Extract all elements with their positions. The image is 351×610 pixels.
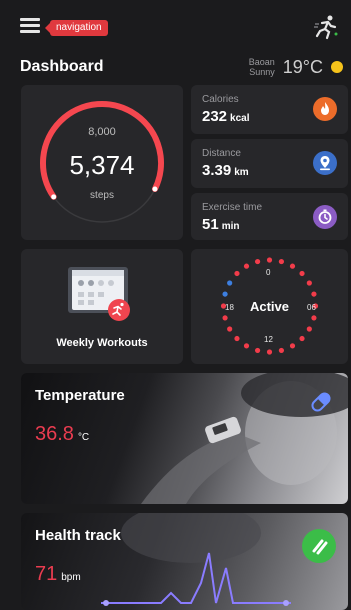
exercise-time-number: 51 [202, 216, 219, 233]
dial-dot [266, 257, 273, 263]
distance-value: 3.39 km [202, 162, 249, 179]
dial-dot [311, 291, 317, 297]
dial-dot [243, 263, 250, 269]
health-track-card[interactable]: Health track 71 bpm [21, 513, 348, 610]
steps-goal: 8,000 [88, 126, 116, 138]
pill-icon[interactable] [308, 389, 334, 415]
dial-dot [222, 291, 228, 297]
dial-label-18: 18 [225, 303, 234, 312]
calories-card[interactable]: Calories 232 kcal [191, 85, 348, 134]
dial-dot [254, 347, 261, 354]
clock-icon [313, 205, 337, 229]
dial-label-12: 12 [264, 335, 273, 344]
dial-dot [234, 335, 240, 342]
exercise-time-label: Exercise time [202, 202, 263, 213]
sun-icon [331, 61, 343, 73]
dial-dot [299, 270, 305, 277]
dial-dot [289, 263, 296, 269]
hamburger-menu-icon[interactable] [20, 18, 40, 34]
steps-value: 5,374 [69, 150, 135, 180]
navigation-badge[interactable]: navigation [45, 20, 108, 36]
dial-dot [306, 280, 312, 286]
go-arrow-icon [312, 539, 328, 555]
calories-label: Calories [202, 94, 239, 105]
weather-city: Baoan [248, 57, 275, 67]
calories-unit: kcal [230, 113, 250, 124]
weather-widget[interactable]: Baoan Sunny 19°C [249, 54, 343, 80]
temperature-unit: °C [77, 432, 90, 443]
dial-dot [222, 315, 228, 321]
dial-dot [266, 349, 273, 355]
dial-dot [243, 343, 250, 349]
dial-dot [234, 270, 240, 277]
dial-dot [278, 347, 285, 354]
flame-icon [313, 97, 337, 121]
distance-number: 3.39 [202, 162, 232, 179]
dial-dot [311, 315, 317, 321]
dial-dot [306, 326, 312, 332]
calendar-workout-icon [68, 267, 130, 321]
dial-dot [278, 258, 285, 265]
top-bar: navigation [0, 0, 351, 54]
exercise-time-value: 51 min [202, 216, 239, 233]
steps-unit: steps [90, 190, 114, 201]
temperature-card[interactable]: Temperature 36.8 °C [21, 373, 348, 504]
weekly-workouts-label: Weekly Workouts [56, 337, 148, 349]
active-card[interactable]: Active 0 06 12 18 [191, 249, 348, 364]
temperature-value: 36.8 [35, 423, 74, 445]
dial-label-06: 06 [307, 303, 316, 312]
exercise-time-card[interactable]: Exercise time 51 min [191, 193, 348, 240]
go-button[interactable] [302, 529, 336, 563]
weather-temperature: 19°C [282, 56, 323, 77]
heart-rate-reading: 71 bpm [35, 563, 81, 586]
temperature-reading: 36.8 °C [35, 423, 89, 446]
health-track-title: Health track [35, 527, 121, 544]
heart-rate-unit: bpm [61, 572, 81, 583]
distance-unit: km [234, 167, 249, 178]
dial-dot [227, 280, 233, 286]
active-label: Active [249, 299, 290, 314]
dial-dot [254, 258, 261, 265]
heart-rate-value: 71 [35, 563, 58, 585]
runner-icon[interactable] [313, 14, 339, 40]
dial-dot [299, 335, 305, 342]
page-title: Dashboard [20, 58, 104, 75]
location-pin-icon [313, 151, 337, 175]
dial-label-0: 0 [266, 268, 271, 277]
dial-dot [227, 326, 233, 332]
weekly-workouts-card[interactable]: Weekly Workouts [21, 249, 183, 364]
dial-dot [289, 343, 296, 349]
exercise-time-unit: min [221, 221, 240, 232]
temperature-title: Temperature [35, 387, 125, 404]
weather-location: Baoan Sunny [249, 57, 275, 77]
calories-value: 232 kcal [202, 108, 250, 125]
distance-card[interactable]: Distance 3.39 km [191, 139, 348, 188]
weather-condition: Sunny [249, 67, 275, 77]
calories-number: 232 [202, 108, 228, 125]
distance-label: Distance [202, 148, 241, 159]
